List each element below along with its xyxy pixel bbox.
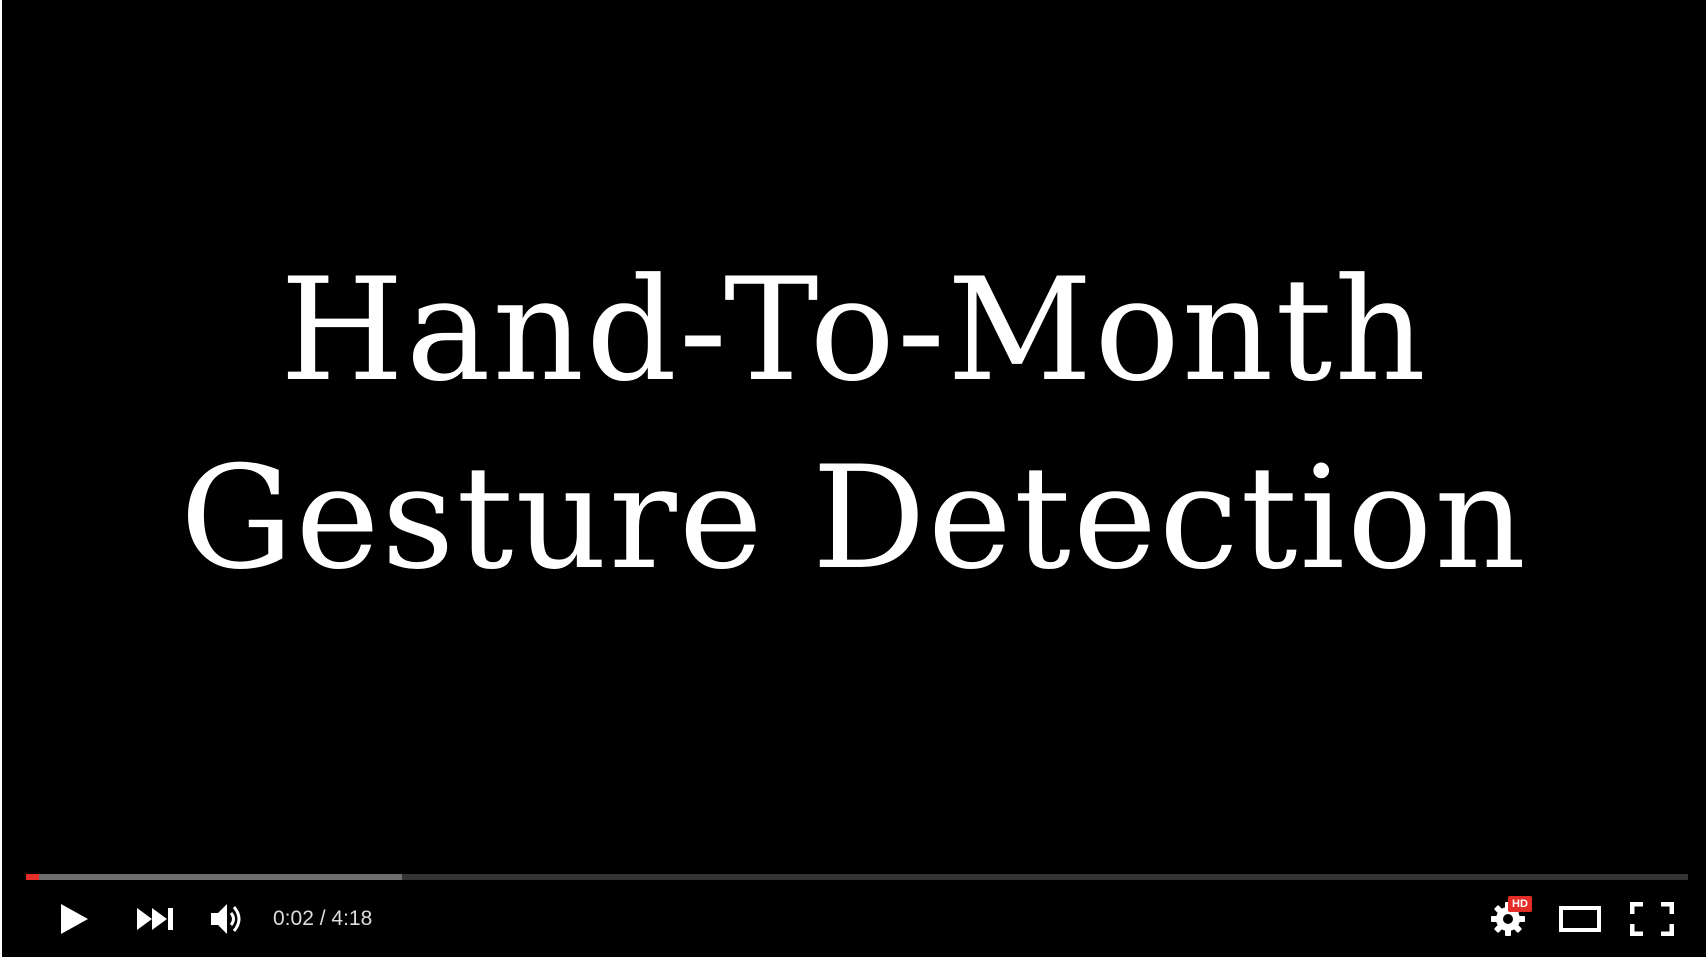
next-button[interactable] — [132, 888, 178, 950]
video-frame[interactable]: Hand-To-Month Gesture Detection — [2, 0, 1706, 860]
volume-button[interactable] — [207, 888, 249, 950]
fullscreen-button[interactable] — [1629, 888, 1675, 950]
time-display: 0:02 / 4:18 — [273, 888, 372, 950]
time-separator: / — [313, 907, 332, 930]
next-icon — [137, 908, 173, 930]
control-bar: 0:02 / 4:18 — [2, 888, 1706, 950]
hd-badge: HD — [1508, 896, 1532, 912]
current-time: 0:02 — [273, 907, 314, 930]
play-icon — [61, 904, 88, 934]
video-title-line-1: Hand-To-Month — [280, 248, 1428, 413]
volume-icon — [211, 904, 241, 934]
buffered-progress — [26, 874, 402, 880]
theater-mode-button[interactable] — [1557, 888, 1603, 950]
progress-bar[interactable] — [26, 874, 1688, 880]
theater-mode-icon — [1559, 906, 1601, 932]
fullscreen-icon — [1630, 902, 1674, 936]
video-player[interactable]: Hand-To-Month Gesture Detection 0:02 / 4… — [2, 0, 1706, 957]
played-progress — [26, 874, 40, 880]
duration: 4:18 — [331, 907, 373, 930]
play-button[interactable] — [52, 888, 96, 950]
video-title-line-2: Gesture Detection — [180, 436, 1528, 601]
